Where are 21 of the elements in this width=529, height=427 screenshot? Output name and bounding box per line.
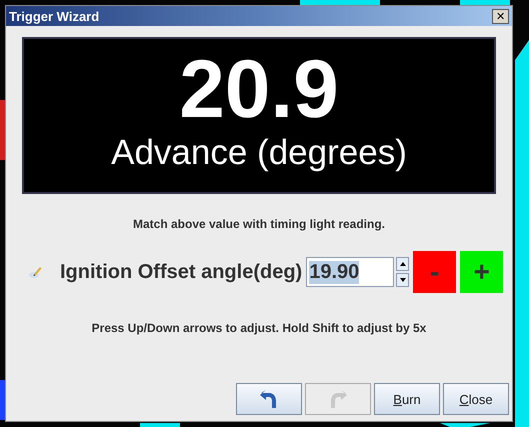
backdrop-shape <box>140 423 180 427</box>
backdrop-shape <box>0 100 5 160</box>
gauge-value: 20.9 <box>179 47 339 133</box>
spin-down-button[interactable] <box>396 273 410 287</box>
hint-text: Press Up/Down arrows to adjust. Hold Shift to adjust by 5x <box>90 321 428 335</box>
action-button[interactable]: Burn <box>374 383 440 415</box>
action-button[interactable]: Close <box>443 383 509 415</box>
backdrop-shape <box>460 0 510 5</box>
instruction-text: Match above value with timing light reading. <box>132 217 386 231</box>
up-arrow-icon <box>400 262 406 266</box>
down-arrow-icon <box>400 278 406 282</box>
undo-button[interactable] <box>236 383 302 415</box>
offset-field[interactable]: 19.90 <box>306 257 394 287</box>
gauge-label: Advance (degrees) <box>111 133 407 173</box>
window-title: Trigger Wizard <box>9 8 100 24</box>
offset-label: Ignition Offset angle(deg) <box>60 260 302 284</box>
spin-up-button[interactable] <box>396 257 410 271</box>
backdrop-shape <box>0 380 5 420</box>
increment-button[interactable]: + <box>460 251 504 293</box>
edit-icon <box>28 265 42 279</box>
close-button[interactable]: ✕ <box>492 8 509 24</box>
